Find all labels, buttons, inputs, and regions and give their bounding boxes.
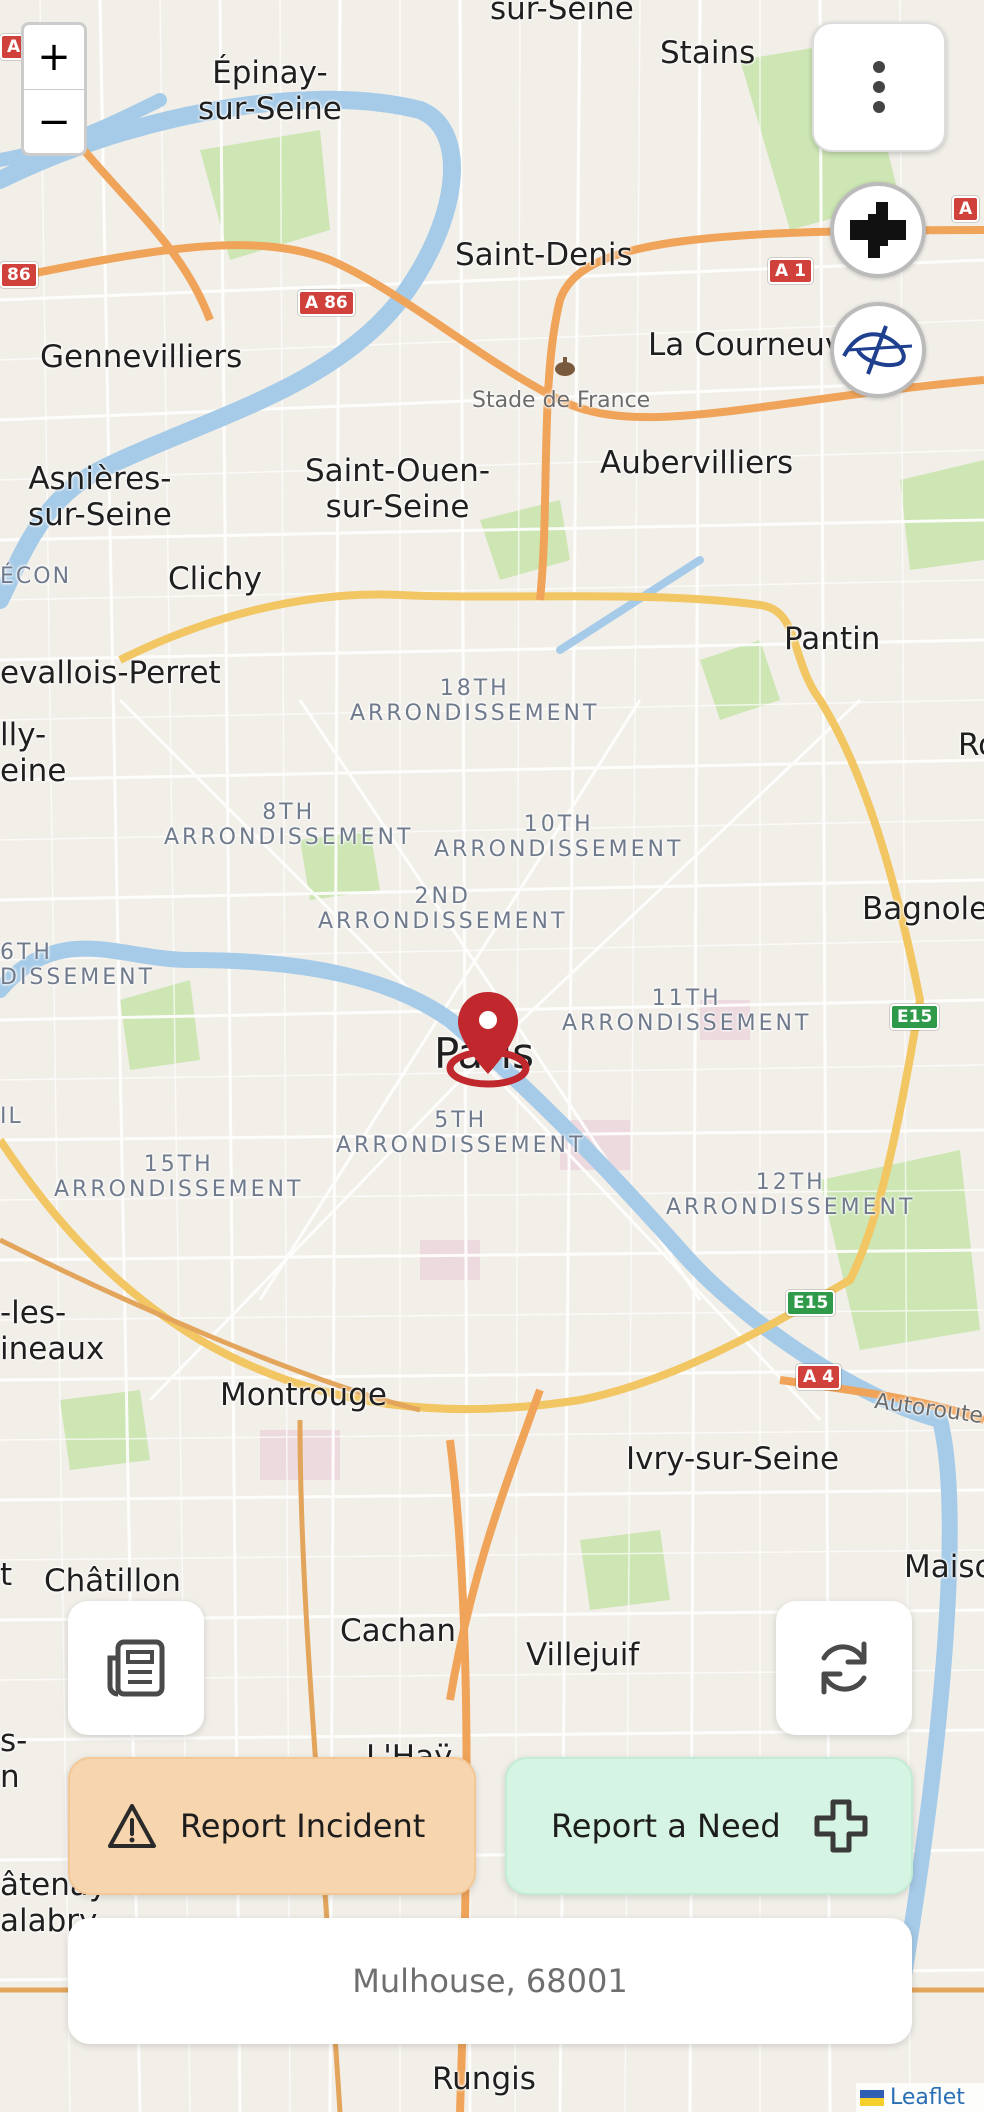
town-label: -les- ineaux: [0, 1295, 105, 1367]
zoom-in-button[interactable]: +: [24, 25, 84, 89]
report-need-button[interactable]: Report a Need: [505, 1757, 913, 1895]
arrondissement-label: 8TH ARRONDISSEMENT: [164, 800, 414, 851]
road-shield: A 1: [768, 258, 813, 284]
zoom-control: + −: [21, 22, 87, 156]
town-label: Épinay- sur-Seine: [198, 55, 342, 127]
location-pin-icon[interactable]: [444, 990, 532, 1094]
town-label: evallois-Perret: [0, 655, 221, 691]
town-label: lly- eine: [0, 717, 67, 789]
arrondissement-label: 12TH ARRONDISSEMENT: [666, 1170, 916, 1221]
stadium-icon: [555, 357, 575, 376]
refresh-icon: [821, 1641, 867, 1695]
location-field[interactable]: Mulhouse, 68001: [68, 1918, 912, 2044]
first-aid-logo-button[interactable]: [830, 182, 926, 278]
refresh-button[interactable]: [776, 1601, 912, 1735]
town-label: Saint-Ouen- sur-Seine: [305, 453, 491, 525]
road-shield: E15: [786, 1290, 836, 1316]
kebab-menu-icon: [873, 61, 885, 113]
town-label: t: [0, 1557, 13, 1593]
district-label: IL: [0, 1104, 23, 1129]
warning-triangle-icon: [108, 1804, 156, 1848]
town-label: sur-Seine: [490, 0, 634, 27]
arrondissement-label: 15TH ARRONDISSEMENT: [54, 1152, 304, 1203]
arrondissement-label: 6TH DISSEMENT: [0, 940, 156, 991]
zoom-out-button[interactable]: −: [24, 89, 84, 154]
report-incident-button[interactable]: Report Incident: [68, 1757, 476, 1895]
arrondissement-label: 11TH ARRONDISSEMENT: [562, 986, 812, 1037]
road-shield: A 4: [796, 1364, 841, 1390]
plus-cross-icon: [814, 1799, 868, 1853]
town-label: Pantin: [784, 621, 881, 657]
town-label: Asnières- sur-Seine: [28, 461, 172, 533]
news-button[interactable]: [68, 1601, 204, 1735]
town-label: Rungis: [432, 2061, 536, 2097]
town-label: Maiso: [904, 1549, 984, 1585]
town-label: Stains: [660, 35, 756, 71]
town-label: Cachan: [340, 1613, 456, 1649]
district-label: ÉCON: [0, 564, 72, 589]
signature-logo-icon: [842, 325, 913, 375]
arrondissement-label: 10TH ARRONDISSEMENT: [434, 812, 684, 863]
town-label: Châtillon: [44, 1563, 181, 1599]
attribution-link[interactable]: Leaflet: [890, 2085, 965, 2110]
town-label: Villejuif: [526, 1637, 640, 1673]
arrondissement-label: 5TH ARRONDISSEMENT: [336, 1108, 586, 1159]
signature-logo-button[interactable]: [830, 302, 926, 398]
map-attribution[interactable]: Leaflet: [856, 2083, 984, 2112]
road-shield: A 86: [298, 290, 355, 316]
report-need-label: Report a Need: [551, 1807, 781, 1845]
arrondissement-label: 2ND ARRONDISSEMENT: [318, 884, 568, 935]
town-label: Saint-Denis: [455, 237, 633, 273]
town-label: s- n: [0, 1723, 28, 1795]
road-shield: A: [952, 196, 980, 222]
town-label: Aubervilliers: [600, 445, 794, 481]
arrondissement-label: 18TH ARRONDISSEMENT: [350, 676, 600, 727]
road-shield: 86: [0, 262, 38, 288]
stadium-label: Stade de France: [472, 388, 651, 413]
town-label: Bagnolet: [862, 891, 984, 927]
cross-logo-icon: [850, 202, 906, 258]
road-shield: E15: [890, 1004, 940, 1030]
newspaper-icon: [107, 1639, 165, 1697]
town-label: Clichy: [168, 561, 262, 597]
town-label: Gennevilliers: [40, 339, 243, 375]
menu-button[interactable]: [812, 22, 946, 152]
town-label: Ro: [958, 727, 984, 763]
report-incident-label: Report Incident: [180, 1807, 426, 1845]
ukraine-flag-icon: [860, 2089, 884, 2106]
town-label: Montrouge: [220, 1377, 387, 1413]
town-label: Ivry-sur-Seine: [626, 1441, 840, 1477]
